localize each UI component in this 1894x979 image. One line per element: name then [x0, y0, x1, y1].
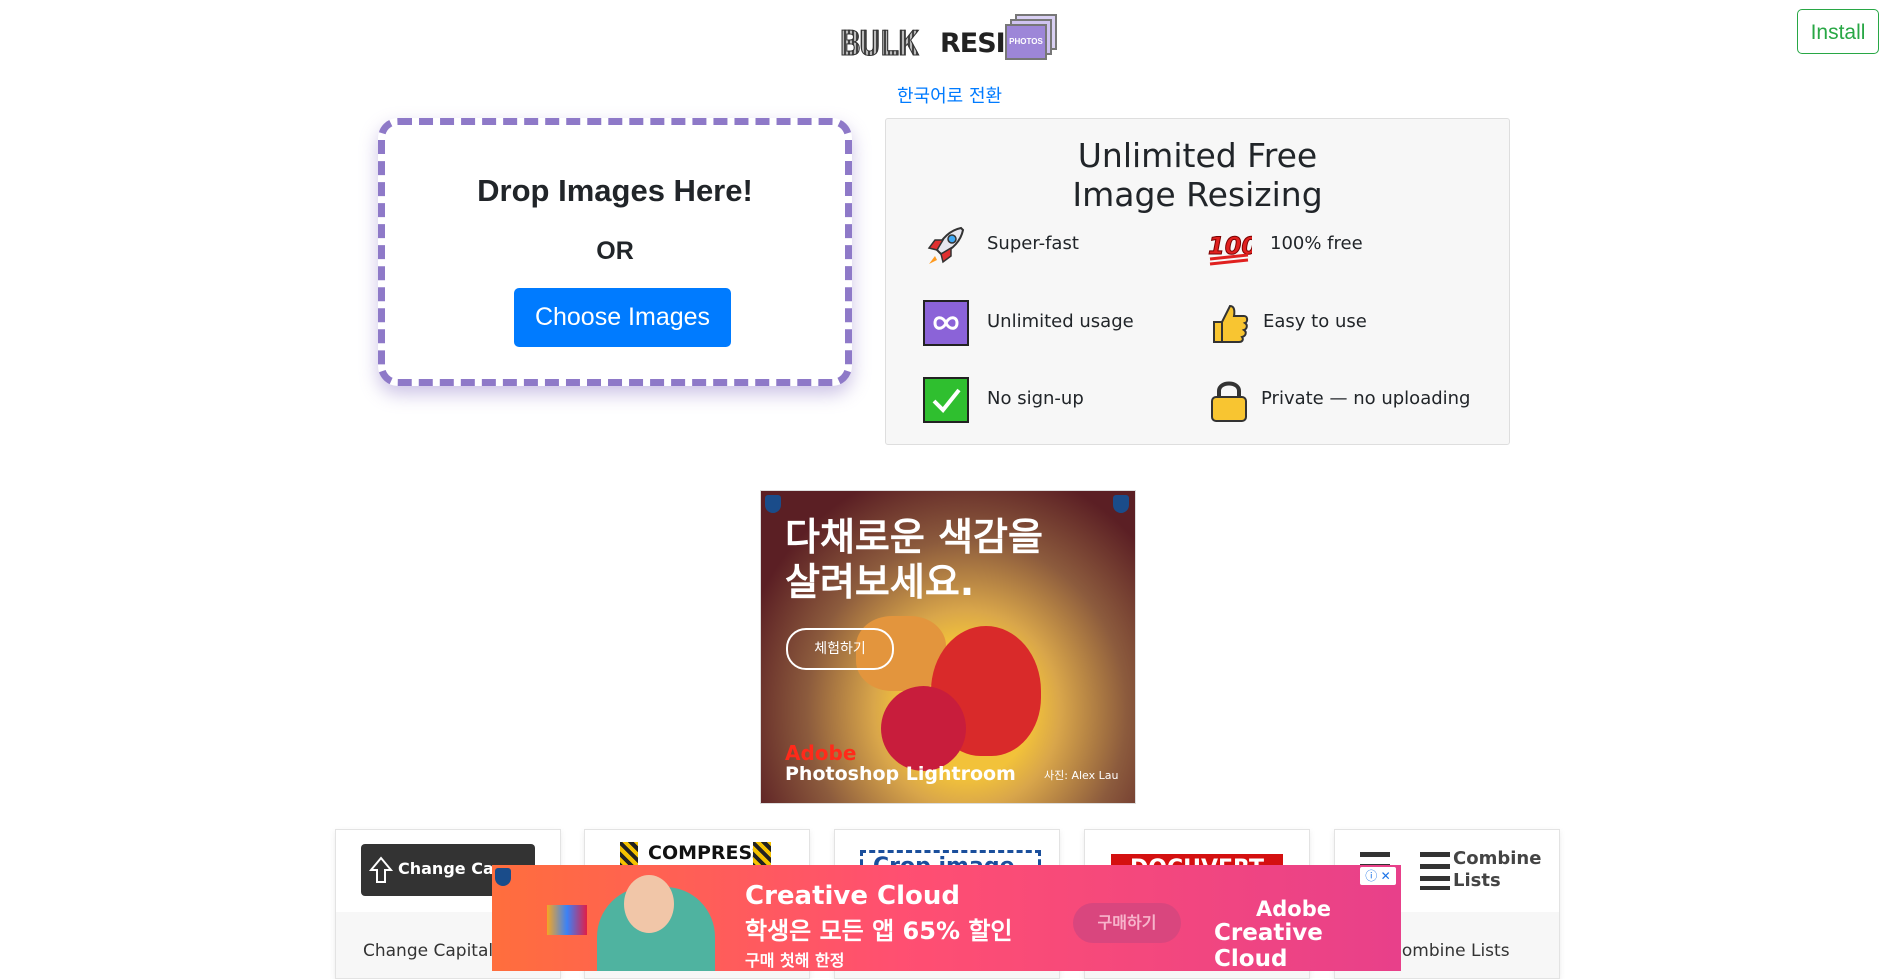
- drop-zone-title: Drop Images Here!: [477, 173, 753, 208]
- feature-super-fast: Super-fast: [987, 233, 1079, 254]
- feature-unlimited-usage: Unlimited usage: [987, 311, 1134, 332]
- combine-lists-banner: Combine Lists: [1453, 848, 1542, 891]
- feature-easy-to-use: Easy to use: [1263, 311, 1367, 332]
- hundred-points-icon: 100: [1208, 232, 1252, 266]
- compress-banner: COMPRESS: [648, 842, 766, 864]
- ad-shield-icon: [765, 495, 781, 513]
- ad-image-person-head: [624, 875, 674, 933]
- logo-badge: PHOTOS: [1005, 24, 1047, 60]
- feature-no-sign-up: No sign-up: [987, 388, 1084, 409]
- ad-banner-offer: 학생은 모든 앱 65% 할인: [745, 917, 1013, 945]
- choose-images-button[interactable]: Choose Images: [514, 288, 731, 347]
- rocket-icon: [927, 226, 965, 264]
- drop-zone-or: OR: [596, 237, 634, 265]
- infinity-icon: [923, 300, 969, 346]
- feature-free: 100% free: [1270, 233, 1363, 254]
- ad-info-close-icon[interactable]: ⓘ ✕: [1360, 867, 1396, 885]
- logo-word-bulk: BULK: [840, 24, 920, 65]
- ad-shield-icon: [495, 868, 511, 886]
- advertisement-lightroom[interactable]: 다채로운 색감을 살려보세요. 체험하기 Adobe Photoshop Lig…: [760, 490, 1136, 804]
- bulk-resize-logo[interactable]: BULK RESIZE PHOTOS: [840, 14, 1057, 66]
- switch-language-link[interactable]: 한국어로 전환: [897, 82, 1002, 108]
- ad-banner-logo-brand: Adobe: [1256, 897, 1331, 921]
- check-mark-icon: [923, 377, 969, 423]
- ad-shield-icon[interactable]: [1113, 495, 1129, 513]
- tool-caption: Change Capitaliz: [363, 941, 507, 961]
- ad-banner-logo-product: Creative Cloud: [1214, 920, 1323, 971]
- advertisement-creative-cloud[interactable]: Creative Cloud 학생은 모든 앱 65% 할인 구매 첫해 한정 …: [492, 865, 1401, 971]
- ad-credit: 사진: Alex Lau: [1044, 769, 1119, 782]
- ad-headline: 다채로운 색감을 살려보세요.: [785, 515, 1043, 604]
- features-card: Unlimited Free Image Resizing Super-fast…: [885, 118, 1510, 445]
- install-button[interactable]: Install: [1797, 9, 1879, 54]
- ad-banner-title: Creative Cloud: [745, 881, 961, 911]
- arrow-up-icon: [369, 856, 393, 883]
- ad-image-raspberry: [881, 686, 966, 771]
- tool-caption: Combine Lists: [1390, 941, 1510, 961]
- image-drop-zone[interactable]: Drop Images Here! OR Choose Images: [378, 118, 852, 386]
- ad-banner-note: 구매 첫해 한정: [745, 951, 845, 970]
- lock-icon: [1211, 381, 1247, 422]
- photos-stack-icon: PHOTOS: [1005, 14, 1057, 60]
- thumbs-up-icon: [1213, 304, 1249, 343]
- ad-product: Photoshop Lightroom: [785, 763, 1016, 785]
- features-title: Unlimited Free Image Resizing: [1072, 136, 1323, 214]
- ad-cta-button[interactable]: 체험하기: [786, 628, 894, 670]
- ad-brand: Adobe: [785, 741, 857, 765]
- ad-banner-buy-button[interactable]: 구매하기: [1073, 903, 1181, 943]
- feature-private: Private — no uploading: [1261, 388, 1471, 409]
- ad-image-chart: [547, 905, 587, 935]
